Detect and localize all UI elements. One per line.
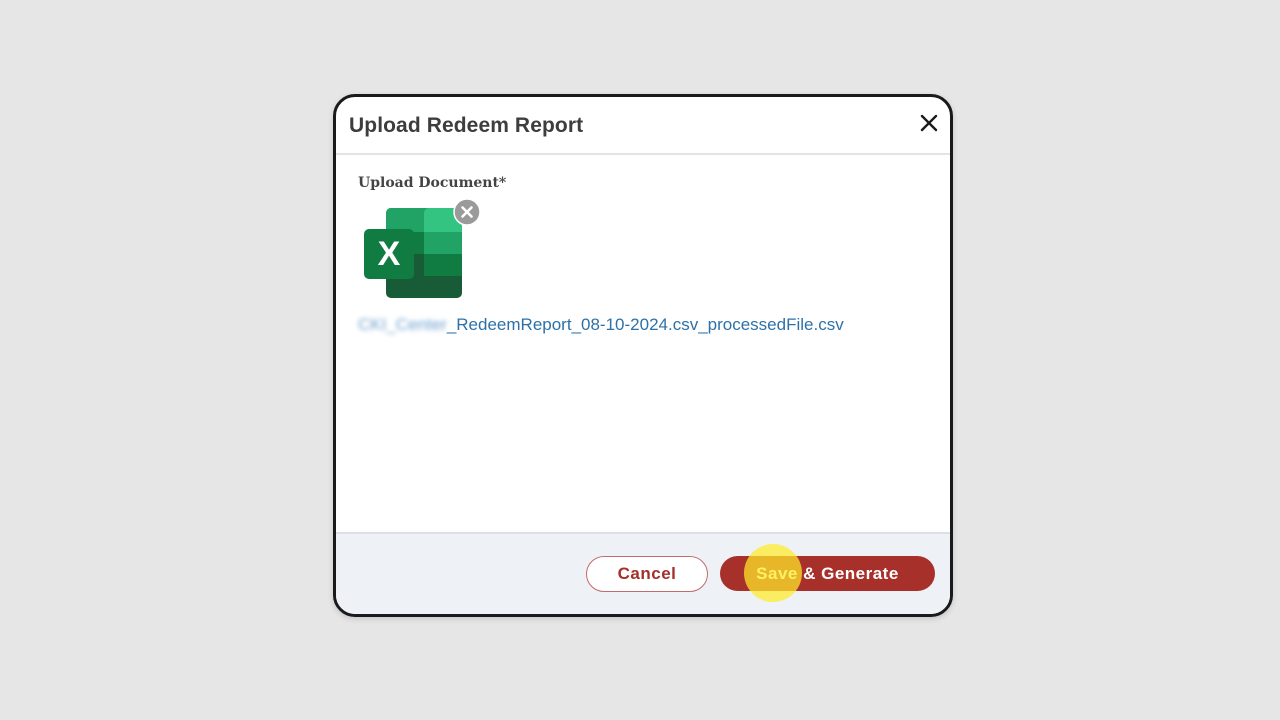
upload-redeem-report-dialog: Upload Redeem Report Upload Document* X … (333, 94, 953, 617)
remove-file-button[interactable] (453, 198, 481, 226)
dialog-title: Upload Redeem Report (349, 114, 584, 137)
excel-file-icon: X (362, 203, 464, 301)
dialog-body: Upload Document* X CKI_Center_RedeemRepo… (336, 155, 950, 532)
svg-text:X: X (378, 235, 401, 273)
close-icon (920, 114, 938, 132)
uploaded-file-link[interactable]: CKI_Center_RedeemReport_08-10-2024.csv_p… (358, 315, 844, 335)
dialog-footer: Cancel Save & Generate (336, 532, 950, 614)
file-name-text: _RedeemReport_08-10-2024.csv_processedFi… (446, 315, 844, 334)
close-button[interactable] (916, 110, 942, 136)
cancel-button[interactable]: Cancel (586, 556, 708, 592)
remove-circle-icon (453, 198, 481, 226)
redacted-file-prefix: CKI_Center (358, 315, 447, 334)
dialog-header: Upload Redeem Report (336, 97, 950, 155)
upload-document-label: Upload Document* (358, 175, 507, 191)
save-and-generate-button[interactable]: Save & Generate (720, 556, 935, 591)
